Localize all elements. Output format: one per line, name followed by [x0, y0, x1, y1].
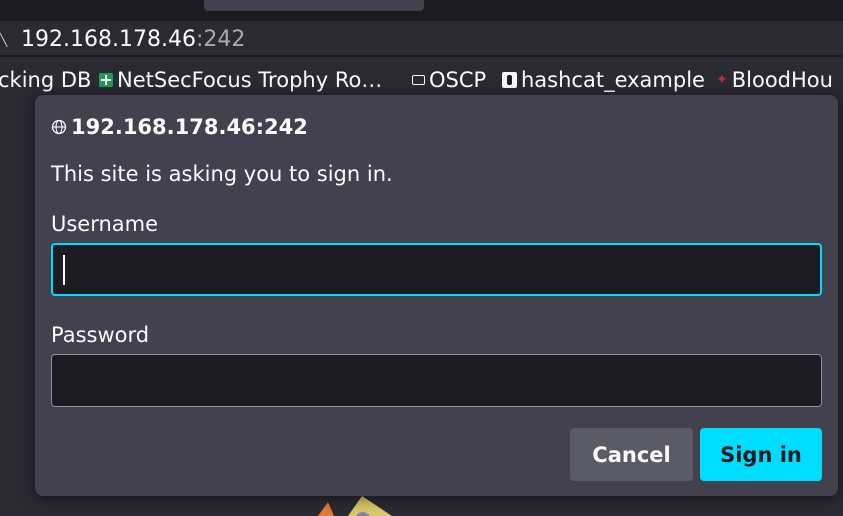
bookmark-label: hashcat_example	[521, 68, 705, 92]
bookmark-item[interactable]: ✦ BloodHou	[716, 68, 833, 92]
dialog-message: This site is asking you to sign in.	[51, 162, 393, 186]
globe-icon	[51, 119, 67, 135]
address-host: 192.168.178.46	[21, 27, 196, 52]
browser-tab[interactable]	[204, 0, 424, 11]
address-text[interactable]: 192.168.178.46:242	[21, 27, 245, 52]
password-input[interactable]	[51, 354, 822, 407]
auth-dialog: 192.168.178.46:242 This site is asking y…	[35, 95, 838, 496]
dialog-title: 192.168.178.46:242	[71, 115, 308, 139]
tab-strip	[0, 0, 843, 17]
hashcat-icon	[502, 72, 517, 88]
bookmark-label: OSCP	[429, 68, 487, 92]
sign-in-button[interactable]: Sign in	[700, 428, 822, 481]
bookmark-item[interactable]: hashcat_example	[502, 68, 705, 92]
username-label: Username	[51, 212, 159, 236]
bloodhound-icon: ✦	[716, 72, 728, 88]
cancel-button[interactable]: Cancel	[570, 428, 693, 481]
password-label: Password	[51, 323, 150, 347]
username-input[interactable]	[51, 243, 822, 296]
bookmark-label: NetSecFocus Trophy Ro…	[117, 68, 383, 92]
site-info-icon[interactable]: ╲	[0, 33, 7, 47]
bookmark-label: BloodHou	[731, 68, 833, 92]
address-field[interactable]: ╲ 192.168.178.46:242	[0, 21, 843, 55]
page-mascot-image	[318, 496, 392, 516]
address-port: :242	[195, 27, 246, 52]
folder-icon	[412, 75, 425, 85]
dialog-header: 192.168.178.46:242	[51, 115, 308, 139]
text-cursor	[63, 255, 65, 285]
bookmark-item[interactable]: cking DB	[0, 68, 91, 92]
bookmark-label: cking DB	[0, 68, 92, 92]
spreadsheet-icon	[99, 73, 113, 87]
bookmark-item[interactable]: NetSecFocus Trophy Ro…	[99, 68, 382, 92]
url-bar: ╲ 192.168.178.46:242	[0, 17, 843, 57]
bookmark-folder[interactable]: OSCP	[412, 68, 486, 92]
